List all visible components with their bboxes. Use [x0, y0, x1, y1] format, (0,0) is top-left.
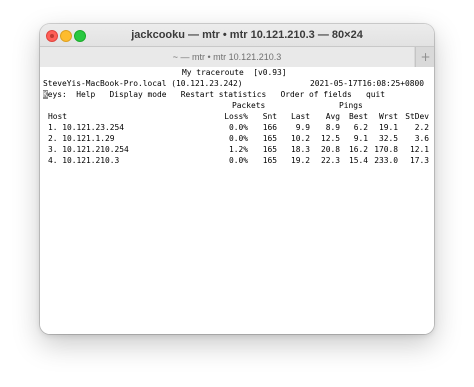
hop-last: 9.9 [295, 123, 310, 132]
col-host: Host [48, 112, 68, 121]
title-bar[interactable]: jackcooku — mtr • mtr 10.121.210.3 — 80×… [40, 24, 434, 46]
host-info: SteveYis-MacBook-Pro.local (10.121.23.24… [43, 79, 243, 88]
hop-best: 6.2 [353, 123, 368, 132]
hop-host: 4. 10.121.210.3 [48, 156, 120, 165]
hop-snt: 165 [262, 156, 277, 165]
hop-loss: 0.0% [228, 156, 248, 165]
col-snt: Snt [262, 112, 277, 121]
tab-mtr[interactable]: ~ — mtr • mtr 10.121.210.3 [40, 47, 414, 67]
hop-wrst: 170.8 [374, 145, 398, 154]
minimize-button[interactable] [60, 30, 72, 42]
col-best: Best [348, 112, 368, 121]
hop-last: 10.2 [290, 134, 310, 143]
hop-stdev: 2.2 [414, 123, 429, 132]
hop-avg: 22.3 [320, 156, 340, 165]
plus-icon: + [420, 50, 431, 64]
hop-best: 16.2 [348, 145, 368, 154]
hop-wrst: 19.1 [378, 123, 398, 132]
col-last: Last [290, 112, 310, 121]
hop-host: 2. 10.121.1.29 [48, 134, 115, 143]
col-loss: Loss% [224, 112, 248, 121]
window-title: jackcooku — mtr • mtr 10.121.210.3 — 80×… [130, 27, 363, 43]
hop-loss: 0.0% [228, 123, 248, 132]
hop-snt: 165 [262, 134, 277, 143]
hop-snt: 166 [262, 123, 277, 132]
hop-best: 9.1 [353, 134, 368, 143]
hop-best: 15.4 [348, 156, 368, 165]
keys-text: eys: Help Display mode Restart statistic… [47, 90, 386, 99]
window-title-text: jackcooku — mtr • mtr 10.121.210.3 — 80×… [131, 29, 363, 41]
tab-bar: ~ — mtr • mtr 10.121.210.3 + [40, 46, 434, 68]
hop-wrst: 233.0 [374, 156, 398, 165]
hop-wrst: 32.5 [378, 134, 398, 143]
mtr-header: My traceroute [v0.93] [182, 68, 287, 77]
hop-stdev: 12.1 [409, 145, 429, 154]
hop-host: 1. 10.121.23.254 [48, 123, 125, 132]
terminal-window: jackcooku — mtr • mtr 10.121.210.3 — 80×… [40, 24, 434, 334]
hop-loss: 0.0% [228, 134, 248, 143]
col-avg: Avg [325, 112, 340, 121]
hop-avg: 8.9 [325, 123, 340, 132]
hop-host: 3. 10.121.210.254 [48, 145, 129, 154]
hop-last: 18.3 [290, 145, 310, 154]
hop-stdev: 3.6 [414, 134, 429, 143]
hop-loss: 1.2% [228, 145, 248, 154]
zoom-button[interactable] [74, 30, 86, 42]
keys-line: Keys: Help Display mode Restart statisti… [43, 90, 385, 101]
hop-last: 19.2 [290, 156, 310, 165]
hop-avg: 20.8 [320, 145, 340, 154]
hop-stdev: 17.3 [409, 156, 429, 165]
hop-snt: 165 [262, 145, 277, 154]
close-icon [50, 34, 54, 38]
col-wrst: Wrst [378, 112, 398, 121]
close-button[interactable] [46, 30, 58, 42]
tab-label: ~ — mtr • mtr 10.121.210.3 [172, 52, 282, 62]
col-stdev: StDev [405, 112, 429, 121]
pings-label: Pings [339, 101, 363, 110]
hop-avg: 12.5 [320, 134, 340, 143]
new-tab-button[interactable]: + [415, 47, 434, 67]
packets-label: Packets [232, 101, 266, 110]
timestamp: 2021-05-17T16:08:25+0800 [310, 79, 425, 88]
terminal-content[interactable]: My traceroute [v0.93] SteveYis-MacBook-P… [40, 67, 434, 334]
